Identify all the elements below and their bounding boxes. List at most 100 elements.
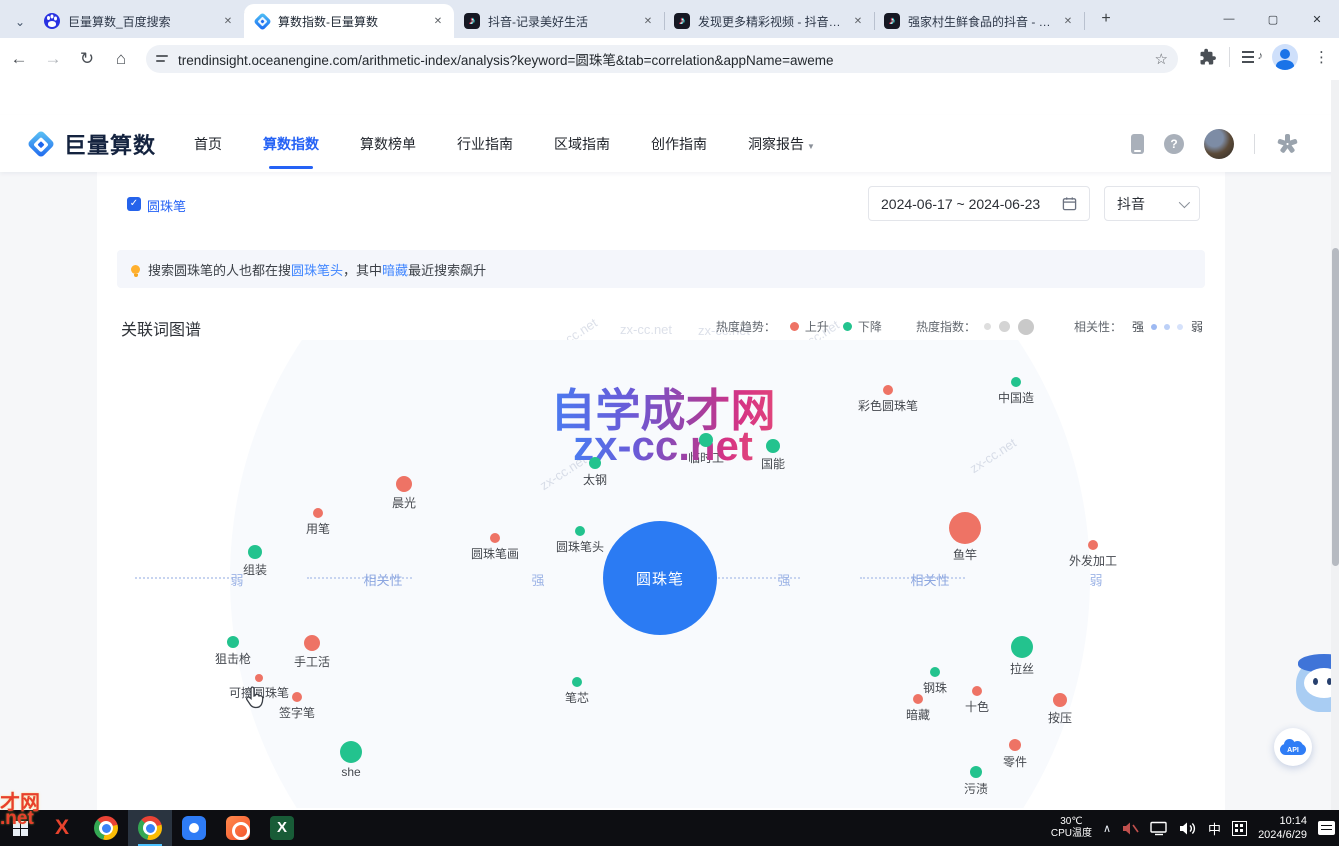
keyword-bubble[interactable] [883,385,893,395]
minimize-button[interactable]: — [1207,0,1251,38]
network-display-icon[interactable] [1150,821,1168,836]
center-keyword-bubble[interactable]: 圆珠笔 [603,521,717,635]
keyword-bubble-label[interactable]: 鱼竿 [953,546,977,563]
back-icon[interactable]: ← [4,44,34,74]
keyword-bubble[interactable] [396,476,412,492]
muted-speaker-icon[interactable] [1122,821,1139,836]
browser-tab[interactable]: ♪发现更多精彩视频 - 抖音搜索✕ [664,4,874,38]
platform-select[interactable]: 抖音 [1104,186,1200,221]
url-text[interactable]: trendinsight.oceanengine.com/arithmetic-… [178,49,1147,69]
keyword-bubble-label[interactable]: 暗藏 [906,706,930,723]
bookmark-star-icon[interactable]: ☆ [1155,50,1168,68]
keyword-bubble-label[interactable]: 组装 [243,561,267,578]
taskbar-app-x-red[interactable]: X [40,810,84,846]
maximize-button[interactable]: ▢ [1251,0,1295,38]
keyword-bubble-label[interactable]: 污渍 [964,780,988,797]
notice-link-2[interactable]: 暗藏 [382,263,408,278]
notice-link-1[interactable]: 圆珠笔头 [291,263,343,278]
keyword-bubble[interactable] [572,677,582,687]
keyword-bubble-label[interactable]: 晨光 [392,494,416,511]
tab-close-icon[interactable]: ✕ [430,13,446,29]
site-info-icon[interactable] [156,53,170,65]
address-bar[interactable]: trendinsight.oceanengine.com/arithmetic-… [146,45,1178,73]
keyword-bubble-label[interactable]: 零件 [1003,753,1027,770]
keyword-bubble[interactable] [1088,540,1098,550]
keyword-bubble[interactable] [490,533,500,543]
keyword-bubble-label[interactable]: 中国造 [998,389,1034,406]
keyword-bubble[interactable] [1011,636,1033,658]
keyword-bubble[interactable] [227,636,239,648]
keyword-bubble-label[interactable]: 用笔 [306,520,330,537]
help-icon[interactable]: ? [1164,134,1184,154]
keyword-bubble[interactable] [255,674,263,682]
keyword-label[interactable]: 圆珠笔 [147,196,186,215]
scrollbar-thumb[interactable] [1332,248,1339,566]
date-range-picker[interactable]: 2024-06-17 ~ 2024-06-23 [868,186,1090,221]
new-tab-button[interactable]: + [1092,5,1120,33]
nav-item-首页[interactable]: 首页 [194,128,222,160]
nav-item-洞察报告[interactable]: 洞察报告▼ [748,128,815,160]
keyword-bubble[interactable] [575,526,585,536]
keyword-bubble[interactable] [1011,377,1021,387]
taskbar-app-chrome[interactable] [84,810,128,846]
keyword-bubble-label[interactable]: she [341,765,360,779]
nav-item-算数榜单[interactable]: 算数榜单 [360,128,416,160]
extensions-icon[interactable] [1199,48,1217,66]
close-button[interactable]: ✕ [1295,0,1339,38]
taskbar-app-chrome[interactable] [128,810,172,846]
tab-close-icon[interactable]: ✕ [220,13,236,29]
keyword-bubble[interactable] [699,433,713,447]
taskbar-app-recorder-orange[interactable] [216,810,260,846]
nav-item-算数指数[interactable]: 算数指数 [263,128,319,160]
tab-search-chevron-icon[interactable]: ⌄ [6,8,34,36]
keyword-bubble-label[interactable]: 圆珠笔头 [556,538,604,555]
home-icon[interactable]: ⌂ [106,44,136,74]
api-float-button[interactable]: API [1274,728,1312,766]
keyword-bubble-label[interactable]: 国能 [761,455,785,472]
keyword-bubble[interactable] [766,439,780,453]
keyword-bubble[interactable] [970,766,982,778]
keyword-bubble[interactable] [949,512,981,544]
keyword-bubble-label[interactable]: 钢珠 [923,679,947,696]
browser-profile-avatar[interactable] [1272,44,1298,70]
volume-icon[interactable] [1179,821,1197,836]
ime-language-indicator[interactable]: 中 [1208,819,1221,838]
ime-pinyin-icon[interactable] [1232,821,1247,836]
taskbar-app-excel[interactable]: X [260,810,304,846]
keyword-bubble-label[interactable]: 太钢 [583,471,607,488]
pinwheel-logo-icon[interactable] [1275,132,1299,156]
nav-item-行业指南[interactable]: 行业指南 [457,128,513,160]
keyword-bubble-label[interactable]: 外发加工 [1069,552,1117,569]
keyword-bubble-label[interactable]: 狙击枪 [215,650,251,667]
keyword-bubble[interactable] [1009,739,1021,751]
site-logo[interactable]: 巨量算数 [28,128,156,160]
media-playlist-icon[interactable] [1242,50,1260,64]
keyword-bubble[interactable] [913,694,923,704]
keyword-bubble-label[interactable]: 圆珠笔画 [471,545,519,562]
tray-expand-icon[interactable]: ∧ [1103,822,1111,835]
browser-tab[interactable]: ♪强家村生鲜食品的抖音 - 抖音✕ [874,4,1084,38]
keyword-bubble-label[interactable]: 签字笔 [279,704,315,721]
browser-tab[interactable]: ♪抖音-记录美好生活✕ [454,4,664,38]
menu-kebab-icon[interactable]: ⋮ [1310,48,1333,66]
cpu-temp-widget[interactable]: 30℃ CPU温度 [1051,816,1092,841]
keyword-bubble-label[interactable]: 手工活 [294,653,330,670]
reload-icon[interactable]: ↻ [72,44,102,74]
keyword-bubble[interactable] [589,457,601,469]
keyword-bubble[interactable] [972,686,982,696]
keyword-bubble[interactable] [304,635,320,651]
keyword-bubble[interactable] [248,545,262,559]
tab-close-icon[interactable]: ✕ [850,13,866,29]
nav-item-创作指南[interactable]: 创作指南 [651,128,707,160]
keyword-bubble-label[interactable]: 彩色圆珠笔 [858,397,918,414]
mobile-app-icon[interactable] [1131,134,1144,154]
notification-center-icon[interactable] [1318,821,1335,835]
browser-tab[interactable]: 算数指数-巨量算数✕ [244,4,454,38]
user-avatar[interactable] [1204,129,1234,159]
forward-icon[interactable]: → [38,44,68,74]
keyword-bubble-label[interactable]: 按压 [1048,709,1072,726]
tab-close-icon[interactable]: ✕ [640,13,656,29]
taskbar-app-video-blue[interactable] [172,810,216,846]
tab-close-icon[interactable]: ✕ [1060,13,1076,29]
keyword-bubble[interactable] [1053,693,1067,707]
